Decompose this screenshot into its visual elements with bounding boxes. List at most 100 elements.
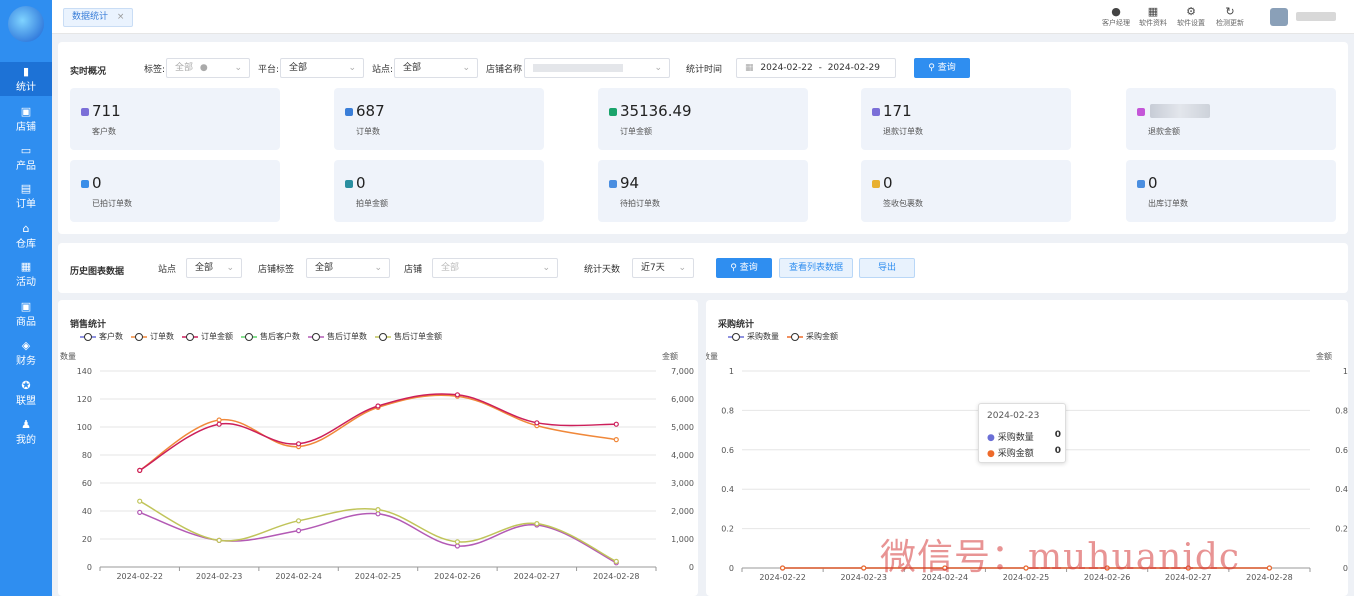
tooltip-date: 2024-02-23	[987, 411, 1040, 421]
sidebar-item-warehouse[interactable]: ⌂ 仓库	[0, 219, 52, 253]
site-select-value: 全部	[403, 63, 422, 73]
date-range-picker[interactable]: ▦ 2024-02-22 - 2024-02-29	[736, 58, 896, 78]
stat-card-label: 退款订单数	[883, 127, 923, 136]
sidebar-item-bar-chart[interactable]: ▮ 统计	[0, 62, 52, 96]
check-update-button[interactable]: ↻ 检测更新	[1210, 5, 1250, 28]
y2-tick-label: 1,000	[671, 535, 694, 544]
y2-axis-title: 金额	[662, 351, 678, 361]
stat-card: 711 客户数	[70, 88, 280, 150]
data-point	[216, 537, 222, 543]
x-tick-label: 2024-02-27	[514, 572, 561, 581]
sidebar-item-store[interactable]: ▣ 店铺	[0, 102, 52, 136]
stat-card-label: 出库订单数	[1148, 199, 1188, 208]
sidebar-item-goods[interactable]: ▣ 商品	[0, 297, 52, 331]
sidebar-item-label: 活动	[16, 277, 36, 288]
y-tick-label: 60	[82, 479, 92, 488]
y2-axis-title: 金额	[1316, 351, 1332, 361]
sidebar-item-finance[interactable]: ◈ 财务	[0, 336, 52, 370]
shop-tag-select[interactable]: 全部 ⌄	[306, 258, 390, 278]
chevron-down-icon: ⌄	[374, 263, 382, 273]
tooltip-dot: ●	[987, 449, 995, 459]
bar-chart-icon: ▮	[22, 65, 30, 78]
site-select[interactable]: 全部 ⌄	[394, 58, 478, 78]
tag-label: 标签:	[144, 65, 166, 75]
data-point	[295, 518, 302, 524]
site-label: 站点:	[372, 65, 394, 75]
blurred-value	[1150, 104, 1210, 118]
stat-card: 687 订单数	[334, 88, 544, 150]
data-point	[454, 392, 461, 398]
sidebar-item-alliance[interactable]: ✪ 联盟	[0, 376, 52, 410]
order-icon: ▤	[20, 182, 32, 195]
data-point	[375, 507, 381, 513]
store-icon: ▣	[20, 105, 32, 118]
history-query-button[interactable]: ⚲ 查询	[716, 258, 772, 278]
y2-tick-label: 0.4	[1335, 485, 1348, 494]
shop-name-select[interactable]: ⌄	[524, 58, 670, 78]
stat-card: 0 签收包裹数	[861, 160, 1071, 222]
series-line	[139, 511, 617, 564]
stat-card-icon	[345, 180, 353, 188]
sidebar-item-order[interactable]: ▤ 订单	[0, 179, 52, 213]
sidebar-item-gift[interactable]: ▦ 活动	[0, 257, 52, 291]
chevron-down-icon: ⌄	[234, 63, 242, 73]
check-update-label: 检测更新	[1216, 19, 1244, 27]
x-tick-label: 2024-02-23	[196, 572, 243, 581]
platform-select[interactable]: 全部 ⌄	[280, 58, 364, 78]
shop-name-blurred	[533, 63, 623, 72]
history-site-label: 站点	[158, 265, 177, 275]
software-settings-label: 软件设置	[1177, 19, 1205, 27]
stat-card: 0 拍单金额	[334, 160, 544, 222]
data-point	[375, 511, 381, 517]
data-point	[137, 498, 143, 504]
gift-icon: ▦	[20, 260, 32, 273]
software-docs-button[interactable]: ▦ 软件资料	[1133, 5, 1173, 28]
stat-card: 35136.49 订单金额	[598, 88, 808, 150]
tab-label: 数据统计	[72, 12, 109, 22]
data-point	[613, 437, 619, 443]
view-list-label: 查看列表数据	[788, 263, 843, 273]
y-tick-label: 0	[729, 564, 734, 573]
date-separator: -	[818, 63, 822, 73]
history-site-select[interactable]: 全部 ⌄	[186, 258, 242, 278]
tab-close-icon[interactable]: ×	[117, 12, 125, 22]
stat-card-icon	[1137, 108, 1145, 116]
sidebar-item-product[interactable]: ▭ 产品	[0, 141, 52, 175]
sidebar-item-label: 仓库	[16, 239, 36, 250]
tooltip-row: ● 采购数量 0	[987, 430, 1061, 443]
refresh-icon: ↻	[1225, 5, 1235, 18]
data-point	[295, 441, 302, 447]
tag-select-value: 全部	[175, 63, 194, 73]
stat-card-value: 711	[92, 102, 121, 120]
y2-tick-label: 0.8	[1335, 406, 1348, 415]
software-settings-button[interactable]: ⚙ 软件设置	[1171, 5, 1211, 28]
stat-card-icon	[609, 180, 617, 188]
realtime-query-button[interactable]: ⚲ 查询	[914, 58, 970, 78]
history-shop-select[interactable]: 全部 ⌄	[432, 258, 558, 278]
stat-days-select[interactable]: 近7天 ⌄	[632, 258, 694, 278]
data-point	[295, 528, 302, 534]
history-shop-label: 店铺	[404, 265, 423, 275]
tooltip-row-value: 0	[1054, 446, 1061, 456]
x-tick-label: 2024-02-28	[593, 572, 640, 581]
data-point	[613, 421, 619, 427]
stat-card-icon	[872, 108, 880, 116]
shop-tag-label: 店铺标签	[258, 265, 295, 275]
stat-card-label: 客户数	[92, 127, 116, 136]
avatar[interactable]	[1270, 8, 1288, 26]
export-button[interactable]: 导出	[859, 258, 915, 278]
sidebar-item-user[interactable]: ♟ 我的	[0, 415, 52, 449]
customer-manager-button[interactable]: ● 客户经理	[1096, 5, 1136, 28]
software-docs-label: 软件资料	[1139, 19, 1167, 27]
view-list-button[interactable]: 查看列表数据	[779, 258, 853, 278]
y2-tick-label: 6,000	[671, 395, 694, 404]
chevron-down-icon: ⌄	[348, 63, 356, 73]
sidebar: ▮ 统计 ▣ 店铺 ▭ 产品 ▤ 订单 ⌂ 仓库 ▦ 活动 ▣ 商品 ◈ 财务 ✪ 联盟 ♟ 我的	[0, 0, 52, 596]
tooltip-row-name: 采购金额	[997, 449, 1034, 459]
tag-select[interactable]: 全部 ● ⌄	[166, 58, 250, 78]
stat-card-label: 已拍订单数	[92, 199, 132, 208]
tab-data-stats[interactable]: 数据统计 ×	[63, 8, 134, 27]
data-point	[861, 565, 867, 571]
y-axis-title: 数量	[706, 351, 718, 361]
chevron-down-icon: ⌄	[678, 263, 686, 273]
